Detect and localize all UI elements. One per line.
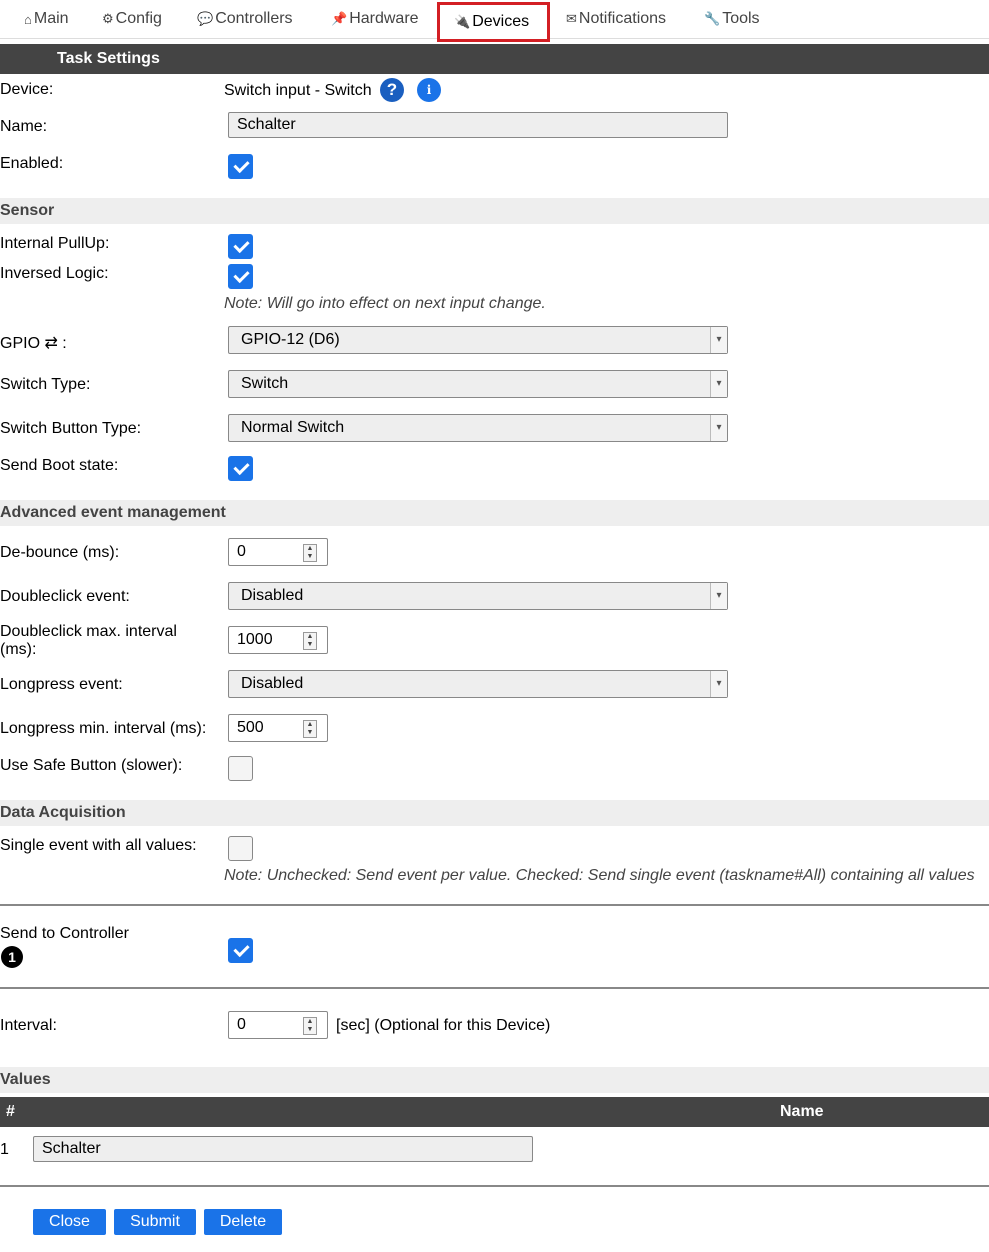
tab-devices-label: Devices (472, 13, 530, 30)
doubleclick-interval-label: Doubleclick max. interval (ms): (0, 623, 177, 658)
longpress-select[interactable]: Disabled ▾ (228, 670, 728, 698)
doubleclick-label: Doubleclick event: (0, 588, 130, 605)
values-section: Values (0, 1067, 989, 1093)
doubleclick-interval-value: 1000 (237, 631, 273, 648)
inversed-note: Note: Will go into effect on next input … (224, 295, 546, 312)
tab-hardware[interactable]: 📌 Hardware (331, 0, 419, 38)
spinner-icon[interactable]: ▲ ▼ (303, 720, 317, 738)
name-label: Name: (0, 118, 48, 135)
pin-icon: 📌 (331, 11, 348, 26)
values-table-header: # Name (0, 1097, 989, 1127)
switch-type-select[interactable]: Switch ▾ (228, 370, 728, 398)
single-event-checkbox[interactable] (228, 836, 253, 861)
gpio-label: GPIO ⇄ : (0, 335, 67, 352)
home-icon: ⌂ (24, 11, 32, 27)
device-value: Switch input - Switch (224, 82, 372, 99)
longpress-label: Longpress event: (0, 676, 123, 693)
name-input[interactable]: Schalter (228, 112, 728, 138)
spinner-icon[interactable]: ▲ ▼ (303, 544, 317, 562)
single-event-note: Note: Unchecked: Send event per value. C… (224, 867, 975, 884)
enabled-checkbox[interactable] (228, 154, 253, 179)
tab-hardware-label: Hardware (349, 10, 419, 27)
doubleclick-interval-input[interactable]: 1000 ▲ ▼ (228, 626, 328, 654)
safe-button-checkbox[interactable] (228, 756, 253, 781)
divider (0, 904, 989, 906)
chevron-down-icon: ▾ (710, 371, 727, 397)
submit-button[interactable]: Submit (114, 1209, 196, 1235)
tab-devices[interactable]: 🔌 Devices (437, 2, 550, 42)
tab-main[interactable]: ⌂ Main (24, 0, 69, 38)
debounce-input[interactable]: 0 ▲ ▼ (228, 538, 328, 566)
button-type-value: Normal Switch (241, 419, 345, 436)
boot-state-label: Send Boot state: (0, 457, 119, 474)
single-event-label: Single event with all values: (0, 837, 197, 854)
pullup-label: Internal PullUp: (0, 235, 110, 252)
button-type-label: Switch Button Type: (0, 420, 142, 437)
sensor-section: Sensor (0, 198, 989, 224)
tab-tools-label: Tools (722, 10, 760, 27)
longpress-interval-label: Longpress min. interval (ms): (0, 720, 207, 737)
delete-button[interactable]: Delete (204, 1209, 282, 1235)
value-row-num: 1 (0, 1141, 9, 1158)
tab-notifications[interactable]: ✉ Notifications (566, 0, 666, 38)
gear-icon: ⚙ (102, 11, 114, 26)
chevron-down-icon: ▾ (710, 671, 727, 697)
plug-icon: 🔌 (454, 14, 471, 29)
interval-suffix: [sec] (Optional for this Device) (336, 1017, 551, 1034)
switch-type-label: Switch Type: (0, 376, 91, 393)
inversed-checkbox[interactable] (228, 264, 253, 289)
value-name-input[interactable]: Schalter (33, 1136, 533, 1162)
close-button[interactable]: Close (33, 1209, 106, 1235)
device-label: Device: (0, 81, 54, 98)
safe-button-label: Use Safe Button (slower): (0, 757, 183, 774)
debounce-value: 0 (237, 543, 246, 560)
enabled-label: Enabled: (0, 155, 64, 172)
top-nav: ⌂ Main ⚙ Config 💬 Controllers 📌 Hardware 🔌 De… (0, 0, 989, 42)
tab-main-label: Main (33, 10, 69, 27)
tab-controllers[interactable]: 💬 Controllers (197, 0, 293, 38)
chat-icon: 💬 (197, 11, 214, 26)
tab-notifications-label: Notifications (578, 10, 667, 27)
send-controller-label: Send to Controller (0, 925, 129, 942)
data-acquisition-section: Data Acquisition (0, 800, 989, 826)
doubleclick-select[interactable]: Disabled ▾ (228, 582, 728, 610)
divider (0, 987, 989, 989)
controller-number-badge: 1 (1, 946, 23, 968)
pullup-checkbox[interactable] (228, 234, 253, 259)
chevron-down-icon: ▾ (710, 583, 727, 609)
advanced-section: Advanced event management (0, 500, 989, 526)
doubleclick-value: Disabled (241, 587, 304, 604)
button-type-select[interactable]: Normal Switch ▾ (228, 414, 728, 442)
longpress-value: Disabled (241, 675, 304, 692)
spinner-icon[interactable]: ▲ ▼ (303, 632, 317, 650)
divider (0, 1185, 989, 1187)
wrench-icon: 🔧 (704, 11, 721, 26)
col-name-header: Name (780, 1103, 824, 1120)
spinner-icon[interactable]: ▲ ▼ (303, 1017, 317, 1035)
inversed-label: Inversed Logic: (0, 265, 109, 282)
help-icon[interactable]: ? (380, 78, 404, 102)
col-num-header: # (6, 1103, 15, 1120)
interval-input[interactable]: 0 ▲ ▼ (228, 1011, 328, 1039)
interval-value: 0 (237, 1016, 246, 1033)
tab-config-label: Config (115, 10, 162, 27)
gpio-select-value: GPIO-12 (D6) (241, 331, 340, 348)
tab-controllers-label: Controllers (215, 10, 293, 27)
boot-state-checkbox[interactable] (228, 456, 253, 481)
interval-label: Interval: (0, 1017, 57, 1034)
debounce-label: De-bounce (ms): (0, 544, 120, 561)
chevron-down-icon: ▾ (710, 415, 727, 441)
tab-tools[interactable]: 🔧 Tools (704, 0, 760, 38)
tab-config[interactable]: ⚙ Config (102, 0, 162, 38)
longpress-interval-input[interactable]: 500 ▲ ▼ (228, 714, 328, 742)
switch-type-value: Switch (241, 375, 289, 392)
send-controller-checkbox[interactable] (228, 938, 253, 963)
task-settings-header: Task Settings (0, 44, 989, 74)
mail-icon: ✉ (566, 11, 577, 26)
longpress-interval-value: 500 (237, 719, 264, 736)
gpio-select[interactable]: GPIO-12 (D6) ▾ (228, 326, 728, 354)
info-icon[interactable]: i (417, 78, 441, 102)
chevron-down-icon: ▾ (710, 327, 727, 353)
